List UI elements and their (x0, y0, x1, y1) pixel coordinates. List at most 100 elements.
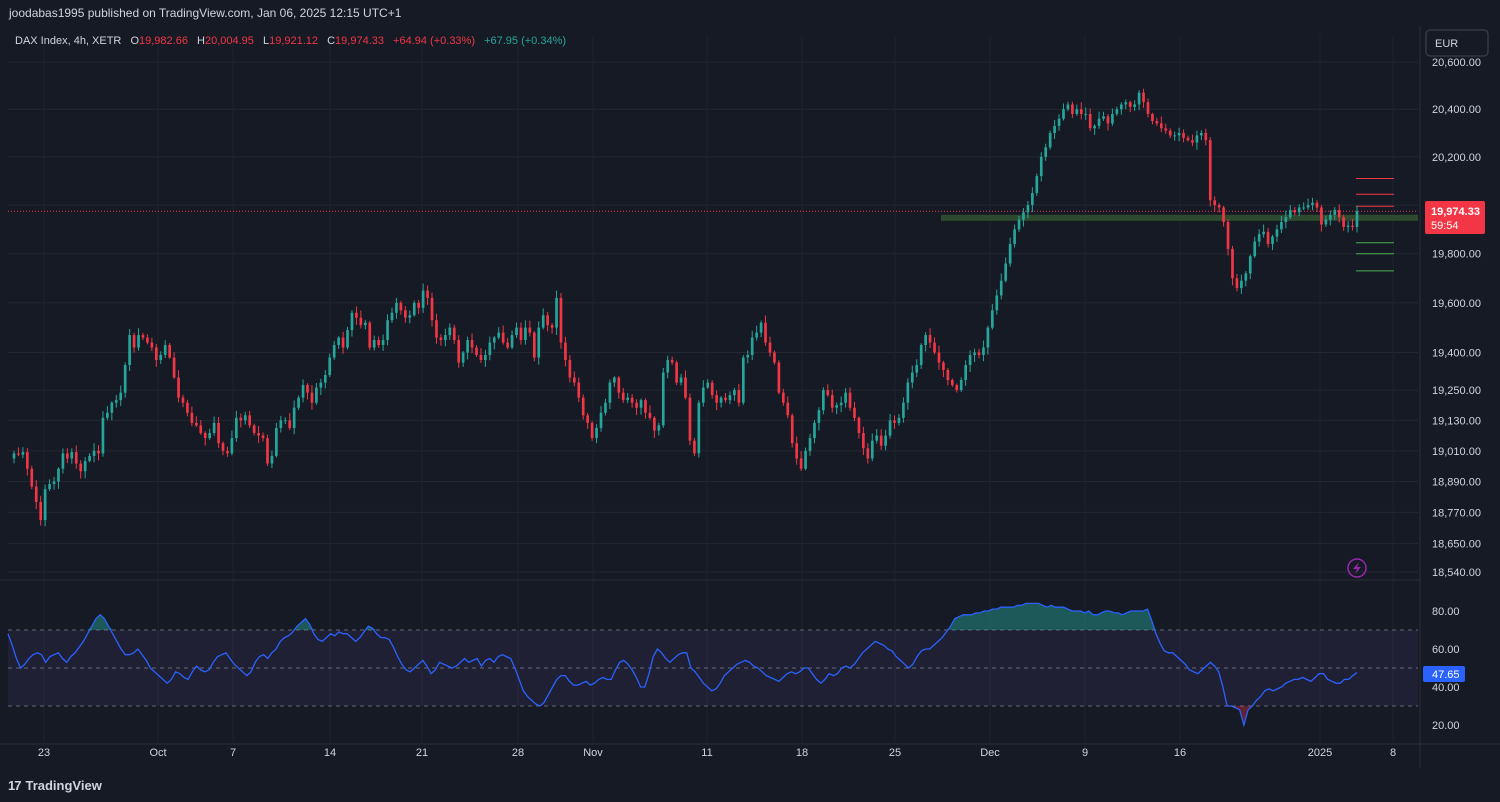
candle-body (684, 377, 687, 398)
candle-body (1297, 207, 1301, 213)
price-tick-label: 20,600.00 (1432, 57, 1481, 69)
candle-body (786, 402, 790, 416)
candle-body (88, 455, 91, 462)
candle-body (466, 340, 469, 353)
candle-body (470, 340, 474, 348)
candle-body (172, 357, 176, 378)
candle-body (381, 340, 385, 346)
candle-body (1013, 229, 1016, 244)
candle-body (1262, 231, 1265, 235)
candle-body (57, 468, 60, 482)
currency-button[interactable]: EUR (1425, 29, 1489, 57)
price-tick-label: 19,010.00 (1432, 446, 1481, 458)
candle-body (1284, 217, 1288, 223)
candle-body (1084, 113, 1088, 115)
candle-body (1093, 125, 1096, 129)
candle-body (1048, 133, 1052, 148)
time-tick-label: 18 (796, 747, 808, 759)
candle-body (764, 322, 767, 343)
candle-body (564, 342, 567, 361)
candle-body (599, 412, 603, 428)
candle-body (715, 395, 718, 403)
candle-body (964, 365, 967, 381)
candle-body (177, 377, 180, 398)
candle-body (1115, 109, 1119, 114)
candle-body (910, 372, 914, 383)
candle-body (546, 315, 549, 326)
time-tick-label: Oct (149, 747, 166, 759)
candle-body (515, 327, 518, 336)
candle-body (1208, 140, 1212, 201)
time-tick-label: 7 (230, 747, 236, 759)
candle-body (937, 352, 941, 363)
candle-body (666, 360, 670, 373)
candle-body (1257, 234, 1261, 242)
time-tick-label: Nov (583, 747, 603, 759)
time-tick-label: 25 (889, 747, 901, 759)
candle-body (1111, 113, 1114, 124)
candle-body (701, 387, 705, 403)
candle-body (119, 392, 123, 401)
candle-body (283, 420, 287, 422)
candle-body (417, 302, 421, 308)
candle-body (630, 397, 634, 403)
candle-body (1133, 104, 1136, 107)
candle-body (17, 453, 20, 455)
tradingview-brand[interactable]: 17 TradingView (8, 778, 102, 793)
candle-body (128, 335, 131, 366)
candle-body (154, 347, 158, 361)
candle-body (430, 297, 434, 321)
candle-body (506, 342, 509, 348)
candle-body (688, 397, 692, 441)
candle-body (853, 407, 856, 418)
candle-body (928, 335, 932, 343)
candle-body (350, 312, 354, 331)
time-tick-label: Dec (980, 747, 1000, 759)
candle-body (1177, 133, 1181, 136)
candle-body (328, 357, 332, 376)
legend-c-label: C (327, 35, 335, 47)
candle-body (199, 425, 203, 434)
candle-body (510, 335, 514, 348)
candle-body (906, 382, 910, 403)
candle-body (759, 322, 763, 333)
candle-body (519, 327, 523, 341)
candle-body (999, 280, 1003, 296)
candle-body (1102, 116, 1105, 119)
candle-body (146, 337, 149, 343)
candle-body (475, 347, 478, 356)
candle-body (341, 337, 345, 348)
candle-body (52, 481, 56, 485)
candle-body (452, 327, 456, 341)
candle-body (1026, 205, 1030, 213)
candle-body (1186, 137, 1190, 141)
candle-body (501, 332, 505, 343)
candle-body (492, 337, 496, 343)
candle-body (12, 453, 16, 459)
candle-body (21, 452, 25, 455)
candle-body (524, 327, 527, 341)
candle-body (586, 415, 589, 423)
candle-body (893, 420, 896, 423)
candle-body (132, 335, 136, 348)
candle-body (768, 342, 772, 353)
candle-body (1022, 212, 1025, 220)
candle-body (301, 385, 305, 398)
candle-body (1337, 209, 1341, 218)
candle-body (217, 422, 220, 444)
candle-body (34, 486, 38, 503)
chart-area[interactable]: 20,600.0020,400.0020,200.0020,000.0019,8… (0, 26, 1500, 768)
candle-body (572, 377, 576, 383)
candle-body (404, 310, 407, 318)
candle-body (1088, 113, 1092, 129)
candle-body (444, 335, 447, 341)
candle-body (1288, 209, 1292, 218)
candle-body (733, 390, 736, 396)
candle-body (959, 380, 963, 391)
candle-body (644, 400, 647, 413)
candle-body (532, 332, 536, 358)
legend-h-label: H (197, 35, 205, 47)
candle-body (83, 461, 87, 472)
candle-body (577, 382, 581, 398)
candle-body (1062, 109, 1065, 119)
